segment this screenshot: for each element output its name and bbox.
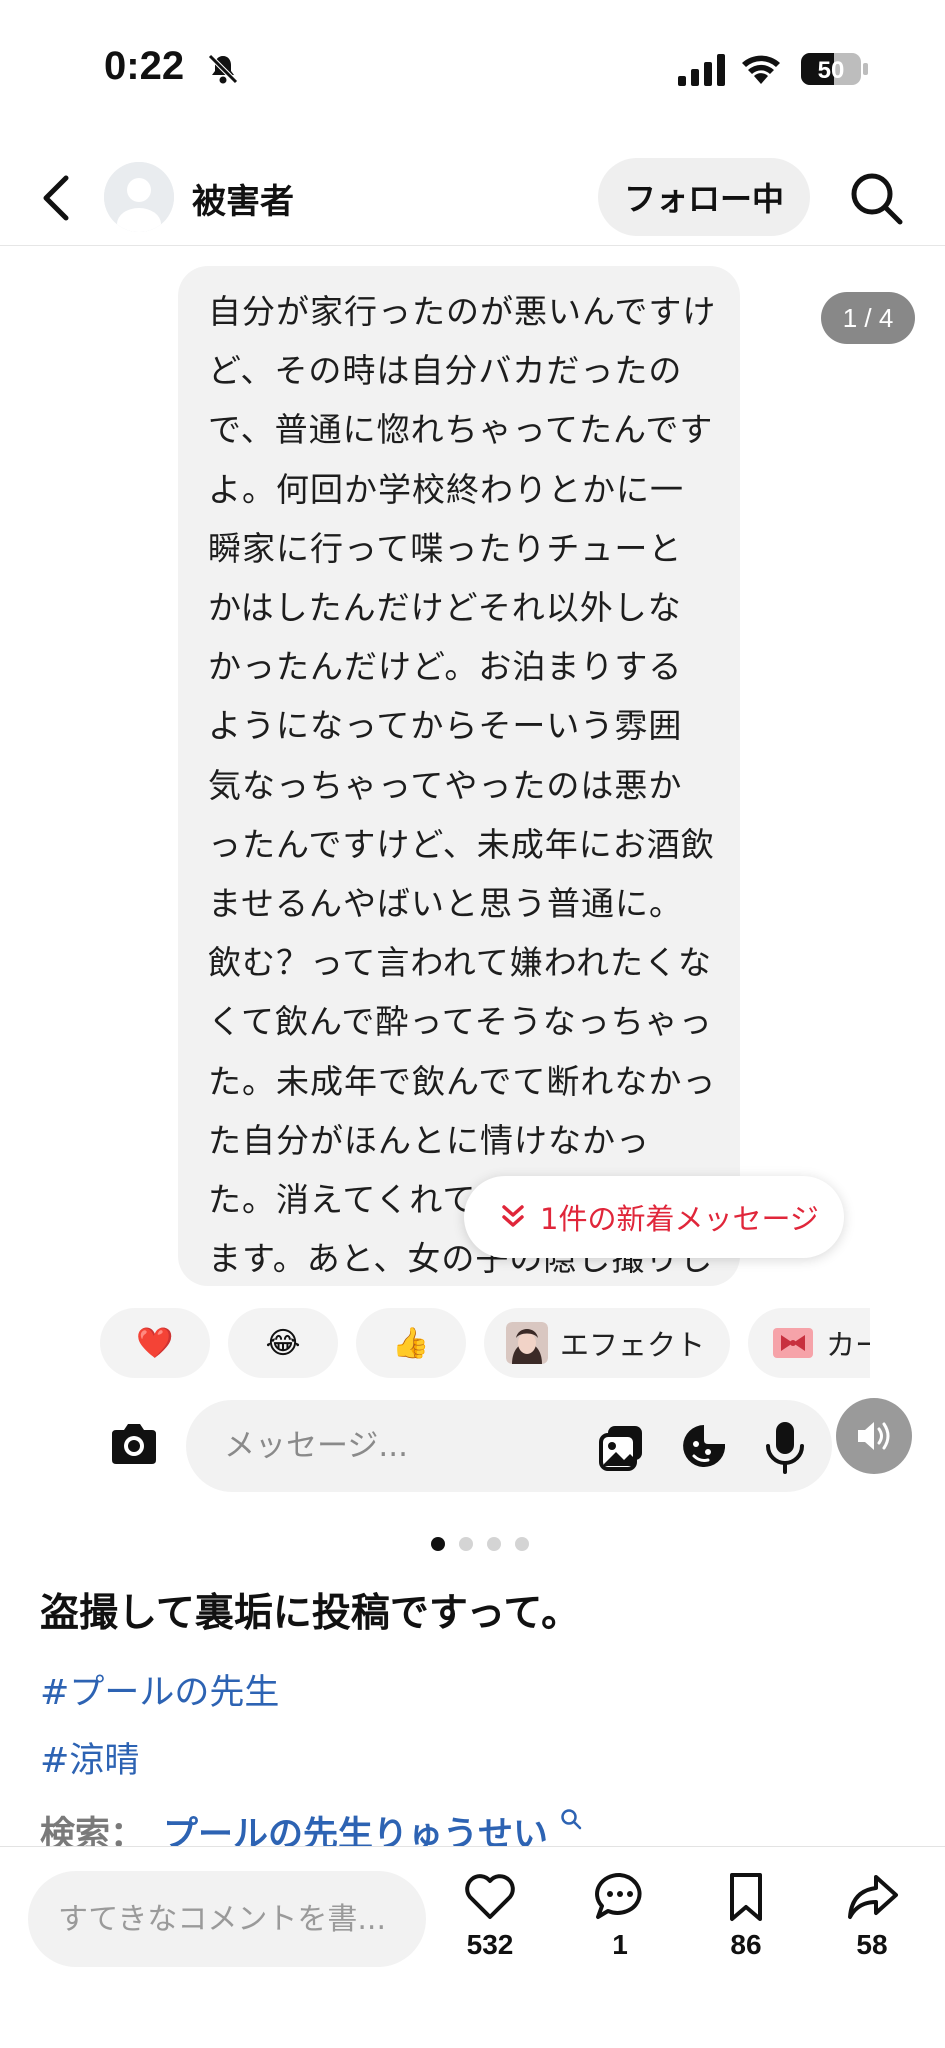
signal-icon: [678, 54, 725, 86]
card-button[interactable]: カー: [748, 1308, 870, 1378]
volume-button[interactable]: [836, 1398, 912, 1474]
status-bar: 0:22 50: [0, 0, 945, 130]
share-arrow-icon: [848, 1875, 898, 1919]
search-icon: [561, 1809, 582, 1830]
new-message-label: 1件の新着メッセージ: [540, 1202, 819, 1236]
carousel-indicator: [0, 1537, 945, 1553]
camera-icon[interactable]: [108, 1420, 160, 1468]
save-count: 86: [730, 1929, 762, 1960]
chat-header: 被害者 フォロー中: [0, 150, 945, 246]
bell-muted-icon: [208, 54, 238, 84]
default-avatar-icon: [104, 162, 174, 232]
speaker-icon: [858, 1422, 890, 1450]
like-count: 532: [466, 1929, 514, 1960]
post-caption: 盗撮して裏垢に投稿ですって。: [40, 1592, 581, 1635]
hashtag-link[interactable]: #涼晴: [40, 1732, 139, 1783]
carousel-dot: [458, 1537, 473, 1551]
carousel-dot: [430, 1537, 445, 1551]
image-counter: 1 / 4: [821, 292, 915, 344]
heart-reaction[interactable]: ❤️: [100, 1308, 210, 1378]
gallery-icon[interactable]: [598, 1424, 646, 1472]
thumbs-up-emoji-icon: 👍: [392, 1325, 430, 1361]
microphone-icon[interactable]: [764, 1420, 806, 1474]
username[interactable]: 被害者: [192, 174, 294, 223]
heart-icon: [465, 1874, 515, 1919]
wifi-icon: [742, 55, 780, 84]
message-input[interactable]: [186, 1400, 832, 1492]
battery-level: 50: [818, 57, 845, 84]
thumbs-up-reaction[interactable]: 👍: [356, 1308, 466, 1378]
message-text: 自分が家行ったのが悪いんですけ ど、その時は自分バカだったの で、普通に惚れちゃ…: [208, 292, 717, 1279]
heart-emoji-icon: ❤️: [136, 1325, 174, 1361]
card-label: カー: [826, 1328, 870, 1362]
comment-bubble-icon: [595, 1872, 642, 1919]
share-count: 58: [856, 1929, 888, 1960]
effect-button[interactable]: エフェクト: [484, 1308, 730, 1378]
search-icon[interactable]: [848, 170, 904, 226]
quick-reactions: ❤️ 😂 👍 エフェクト カー: [100, 1308, 870, 1378]
bottom-action-bar: 532 1 86 58: [0, 1846, 945, 2048]
following-button[interactable]: フォロー中: [598, 158, 810, 236]
like-button[interactable]: 532: [440, 1869, 540, 1961]
gift-card-icon: [773, 1328, 813, 1358]
bookmark-icon: [730, 1873, 762, 1921]
new-message-pill[interactable]: 1件の新着メッセージ: [464, 1176, 844, 1258]
share-button[interactable]: 58: [822, 1869, 922, 1961]
hashtag-link[interactable]: #プールの先生: [40, 1664, 279, 1715]
message-composer: [0, 1396, 945, 1496]
effect-thumbnail-icon: [506, 1322, 548, 1364]
laugh-reaction[interactable]: 😂: [228, 1308, 338, 1378]
carousel-dot: [486, 1537, 501, 1551]
save-button[interactable]: 86: [696, 1869, 796, 1961]
back-chevron-icon[interactable]: [36, 172, 76, 224]
sticker-icon[interactable]: [680, 1422, 728, 1472]
post-image[interactable]: 自分が家行ったのが悪いんですけ ど、その時は自分バカだったの で、普通に惚れちゃ…: [0, 246, 945, 1518]
battery-icon: 50: [800, 52, 870, 86]
comment-count: 1: [612, 1929, 628, 1960]
avatar[interactable]: [104, 162, 174, 232]
double-chevron-down-icon: [502, 1205, 524, 1227]
comment-input[interactable]: [28, 1871, 426, 1967]
laugh-emoji-icon: 😂: [265, 1325, 301, 1361]
effect-label: エフェクト: [560, 1328, 706, 1362]
comment-button[interactable]: 1: [570, 1869, 670, 1961]
carousel-dot: [514, 1537, 529, 1551]
status-time: 0:22: [104, 44, 185, 88]
